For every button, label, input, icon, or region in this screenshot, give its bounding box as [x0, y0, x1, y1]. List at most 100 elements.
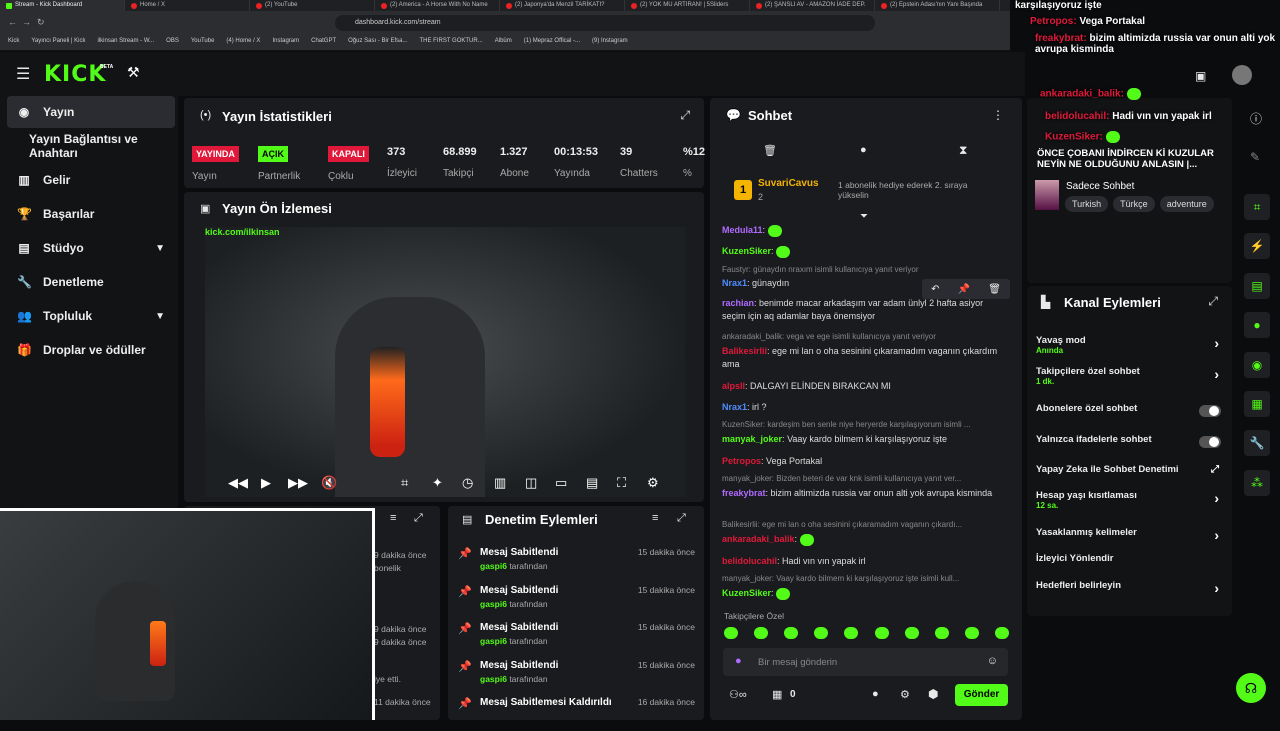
bookmark-item[interactable]: ilkinsan Stream - W... [97, 38, 154, 47]
channel-action-item[interactable]: Yapay Zeka ile Sohbet Denetimi ⤢ [1036, 464, 1221, 475]
popout-icon[interactable]: ⤢ [680, 108, 690, 123]
chat-username[interactable]: Balikesirlii [722, 346, 767, 356]
chat-username[interactable]: Nrax1 [722, 402, 747, 412]
rail-clip-button[interactable]: ⌗ [1244, 194, 1270, 220]
back-icon[interactable]: ← [8, 17, 17, 27]
crop-icon[interactable]: ⌗ [401, 475, 408, 491]
avatar[interactable] [1232, 65, 1252, 85]
chat-input[interactable]: ● Bir mesaj gönderin ☺ [723, 648, 1008, 676]
browser-tab[interactable]: (2) YOK MU ARTIRAN! | 5Sliders [625, 0, 750, 11]
sidebar-item-basarilar[interactable]: 🏆 Başarılar [7, 198, 175, 230]
chat-bubble-icon[interactable]: ● [860, 144, 867, 156]
video-preview[interactable]: kick.com/ilkinsan [205, 227, 685, 497]
rail-layout-button[interactable]: ▦ [1244, 391, 1270, 417]
reload-icon[interactable]: ↻ [37, 17, 45, 28]
shield-icon[interactable]: ⬢ [928, 687, 938, 701]
avatar-badge-icon[interactable]: ▣ [1195, 69, 1206, 83]
moderation-item[interactable]: 📌 Mesaj Sabitlemesi Kaldırıldı 16 dakika ö… [456, 693, 701, 731]
gift-user[interactable]: SuvariCavus [758, 178, 819, 189]
emote-icon[interactable] [754, 627, 769, 639]
stats-overlay-icon[interactable]: ▥ [494, 475, 506, 491]
pencil-icon[interactable]: ✎ [1250, 150, 1260, 164]
chat-username[interactable]: Medula11 [722, 225, 763, 235]
support-button[interactable]: ☊ [1236, 673, 1266, 703]
moderation-item[interactable]: 📌 Mesaj Sabitlendi gaspi6 tarafından 15 dak… [456, 543, 701, 581]
theater-icon[interactable]: ▭ [555, 475, 567, 491]
emote-icon[interactable] [724, 627, 738, 639]
rail-notes-button[interactable]: ▤ [1244, 273, 1270, 299]
chat-username[interactable]: ankaradaki_balik [722, 534, 795, 544]
chat-message[interactable]: Medula11: [722, 224, 1007, 237]
collapse-icon[interactable]: ⏷ [860, 211, 868, 222]
rail-chat-button[interactable]: ● [1244, 312, 1270, 338]
emoji-icon[interactable]: ☺ [987, 655, 998, 667]
channel-action-item[interactable]: Takipçilere özel sohbet 1 dk. › [1036, 366, 1221, 386]
sidebar-item-yayin[interactable]: ◉ Yayın [7, 96, 175, 128]
channel-action-item[interactable]: Yavaş mod Anında › [1036, 335, 1221, 355]
clip-icon[interactable]: ◷ [462, 475, 473, 491]
chat-message[interactable]: Petropos: Vega Portakal [722, 455, 1007, 468]
browser-tab[interactable]: (2) America - A Horse With No Name [375, 0, 500, 11]
chat-message[interactable]: KuzenSiker: [722, 587, 1007, 600]
rail-lightning-button[interactable]: ⚡ [1244, 233, 1270, 259]
play-icon[interactable]: ▶ [261, 475, 271, 491]
bookmark-item[interactable]: (9) Instagram [592, 38, 628, 47]
menu-icon[interactable]: ☰ [16, 64, 30, 84]
pip-icon[interactable]: ◫ [525, 475, 537, 491]
bookmark-item[interactable]: Kick [8, 38, 19, 47]
emote-icon[interactable] [904, 627, 919, 639]
bookmark-item[interactable]: (4) Home / X [226, 38, 260, 47]
emote-icon[interactable] [934, 627, 949, 639]
moderation-user[interactable]: gaspi6 [480, 636, 507, 646]
emote-icon[interactable] [784, 627, 799, 639]
tag-chip[interactable]: adventure [1159, 196, 1214, 212]
chat-message[interactable]: rachian: benimde macar arkadaşım var ada… [722, 297, 1007, 323]
bookmark-item[interactable]: Albüm [495, 38, 512, 47]
popout-icon[interactable]: ⤢ [677, 512, 686, 525]
filter-icon[interactable]: ≡ [652, 512, 658, 524]
chat-message[interactable]: Nrax1: irl ? [722, 401, 1007, 414]
chat-username[interactable]: belidolucahil [722, 556, 777, 566]
browser-tab[interactable]: (2) ŞANSLI AV - AMAZON İADE DEP. [750, 0, 875, 11]
emote-icon[interactable] [814, 627, 829, 639]
channel-action-item[interactable]: Yasaklanmış kelimeler › [1036, 527, 1221, 543]
mute-icon[interactable]: 🔇 [321, 475, 337, 491]
rail-wrench-button[interactable]: 🔧 [1244, 430, 1270, 456]
chat-message[interactable]: manyak_joker: Vaay kardo bilmem ki karşı… [722, 433, 1007, 446]
chat-message[interactable]: belidolucahil: Hadi vın vın yapak irl [722, 555, 1007, 568]
channel-action-item[interactable]: Yalnızca ifadelerle sohbet [1036, 434, 1221, 448]
more-icon[interactable]: ⋮ [992, 108, 1004, 122]
settings-icon[interactable]: ⚙ [647, 475, 659, 491]
moderation-user[interactable]: gaspi6 [480, 561, 507, 571]
chat-username[interactable]: KuzenSiker [722, 246, 771, 256]
sidebar-item-denetleme[interactable]: 🔧 Denetleme [7, 266, 175, 298]
browser-tab[interactable]: (2) Epstein Adası'nın Yanı Başında [875, 0, 1000, 11]
bookmark-item[interactable]: Oğuz Sası - Bir Efsa... [348, 38, 407, 47]
sidebar-item-stream-key[interactable]: Yayın Bağlantısı ve Anahtarı [7, 130, 175, 162]
fullscreen-icon[interactable]: ⛶ [617, 475, 626, 491]
browser-tab[interactable]: Home / X [125, 0, 250, 11]
emote-icon[interactable] [994, 627, 1009, 639]
rail-broadcast-button[interactable]: ◉ [1244, 352, 1270, 378]
chat-username[interactable]: Nrax1 [722, 278, 747, 288]
trash-icon[interactable]: 🗑 [763, 144, 777, 157]
browser-tab[interactable]: Stream - Kick Dashboard [0, 0, 125, 11]
chat-username[interactable]: manyak_joker [722, 434, 782, 444]
filter-icon[interactable]: ≡ [390, 512, 396, 524]
rail-apps-button[interactable]: ⁂ [1244, 470, 1270, 496]
moderation-user[interactable]: gaspi6 [480, 599, 507, 609]
bookmark-item[interactable]: (1) Mepraz Offical -... [524, 38, 580, 47]
channel-action-item[interactable]: İzleyici Yönlendir [1036, 553, 1221, 564]
chat-username[interactable]: Petropos [722, 456, 761, 466]
bookmark-item[interactable]: ChatGPT [311, 38, 336, 47]
sidebar-item-gelir[interactable]: ▥ Gelir [7, 164, 175, 196]
chat-username[interactable]: KuzenSiker [722, 588, 771, 598]
store-icon[interactable]: ▦ [772, 688, 782, 701]
hammer-icon[interactable]: ⚒ [127, 64, 140, 81]
browser-tab[interactable]: (2) Japonya'da Menzil TARİKATI? [500, 0, 625, 11]
sidebar-item-studyo[interactable]: ▤ Stüdyo ▼ [7, 232, 175, 264]
chat-mode-icon[interactable]: ● [872, 688, 879, 700]
rewind-icon[interactable]: ◀◀ [228, 475, 248, 491]
bookmark-item[interactable]: YouTube [191, 38, 215, 47]
popout-icon[interactable]: ⤢ [414, 512, 423, 525]
